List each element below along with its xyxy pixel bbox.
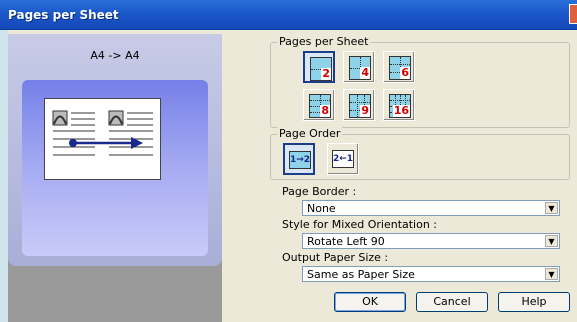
preview-bottom-area (12, 274, 218, 322)
pages-6-button[interactable]: 6 (383, 51, 415, 83)
page-order-group: Page Order 1→2 2←1 (270, 127, 570, 180)
pages-6-label: 6 (400, 66, 410, 79)
chevron-down-icon[interactable]: ▼ (545, 235, 558, 247)
pages-4-label: 4 (360, 66, 370, 79)
order-right-to-left-button[interactable]: 2←1 (327, 143, 359, 175)
output-paper-size-value: Same as Paper Size (307, 268, 415, 281)
page-border-value: None (307, 202, 336, 215)
order-left-to-right-icon: 1→2 (289, 151, 311, 169)
chevron-down-icon[interactable]: ▼ (545, 202, 558, 214)
close-icon[interactable] (569, 4, 577, 24)
preview-paper (44, 98, 161, 180)
help-button[interactable]: Help (498, 292, 570, 312)
pages-4-icon: 4 (349, 56, 371, 80)
chevron-down-icon[interactable]: ▼ (545, 268, 558, 280)
pages-6-icon: 6 (389, 56, 411, 80)
pages-per-sheet-group: Pages per Sheet 2 4 6 8 9 16 (270, 35, 570, 128)
cancel-button[interactable]: Cancel (416, 292, 488, 312)
mixed-orientation-label: Style for Mixed Orientation : (282, 218, 438, 231)
dialog-client: A4 -> A4 Pages per Sheet 2 4 6 8 9 16 Pa… (8, 30, 577, 322)
output-paper-size-select[interactable]: Same as Paper Size ▼ (302, 266, 560, 282)
page-border-select[interactable]: None ▼ (302, 200, 560, 216)
mixed-orientation-select[interactable]: Rotate Left 90 ▼ (302, 233, 560, 249)
preview-top-area: A4 -> A4 (8, 34, 222, 266)
pages-9-button[interactable]: 9 (343, 89, 375, 121)
page-border-label: Page Border : (282, 185, 357, 198)
output-paper-size-label: Output Paper Size : (282, 251, 389, 264)
pages-9-icon: 9 (349, 94, 371, 118)
arrow-right-icon (52, 110, 153, 156)
title-bar[interactable]: Pages per Sheet (0, 0, 577, 30)
preview-panel: A4 -> A4 (8, 34, 222, 322)
pages-per-sheet-legend: Pages per Sheet (277, 35, 371, 48)
page-order-legend: Page Order (277, 127, 343, 140)
pages-8-icon: 8 (309, 94, 331, 118)
order-right-to-left-icon: 2←1 (332, 150, 354, 168)
order-left-to-right-button[interactable]: 1→2 (283, 143, 315, 175)
pages-8-label: 8 (320, 104, 330, 117)
pages-16-label: 16 (392, 104, 410, 117)
pages-8-button[interactable]: 8 (303, 89, 335, 121)
dialog-window: Pages per Sheet A4 -> A4 Pages per Sheet… (0, 0, 577, 322)
pages-9-label: 9 (360, 104, 370, 117)
pages-16-button[interactable]: 16 (383, 89, 415, 121)
pages-2-label: 2 (321, 67, 331, 80)
pages-16-icon: 16 (389, 94, 411, 118)
window-title: Pages per Sheet (8, 8, 119, 22)
ok-button[interactable]: OK (334, 292, 406, 312)
preview-label: A4 -> A4 (90, 49, 140, 62)
pages-4-button[interactable]: 4 (343, 51, 375, 83)
pages-2-icon: 2 (310, 57, 332, 81)
pages-2-button[interactable]: 2 (303, 51, 335, 83)
mixed-orientation-value: Rotate Left 90 (307, 235, 385, 248)
